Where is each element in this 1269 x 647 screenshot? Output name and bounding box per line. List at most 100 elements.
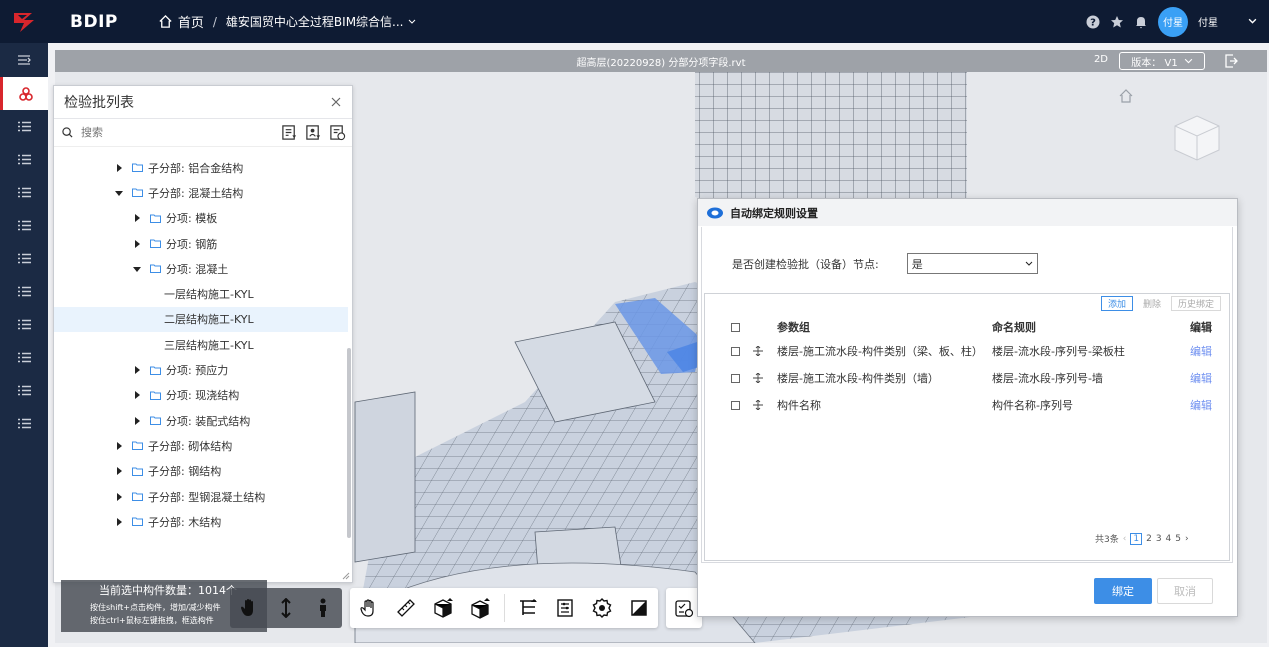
row-checkbox[interactable]	[731, 373, 740, 383]
edit-link[interactable]: 编辑	[1190, 370, 1212, 386]
rail-item-list-8[interactable]	[0, 341, 48, 374]
caret-right-icon[interactable]	[114, 492, 124, 502]
tree-node[interactable]: 子分部: 混凝土结构	[54, 180, 348, 205]
rail-item-model[interactable]	[0, 77, 48, 110]
brand-logo[interactable]	[0, 0, 48, 43]
caret-down-icon[interactable]	[114, 188, 124, 198]
caret-down-icon[interactable]	[132, 264, 142, 274]
section-box-tool[interactable]	[430, 594, 457, 622]
tree-node[interactable]: 子分部: 钢结构	[54, 459, 348, 484]
inspection-tool[interactable]	[670, 594, 698, 622]
rail-item-list-10[interactable]	[0, 407, 48, 440]
exit-icon[interactable]	[1223, 53, 1239, 69]
prev-page-icon[interactable]: ‹	[1123, 534, 1127, 544]
rail-item-list-2[interactable]	[0, 143, 48, 176]
avatar[interactable]: 付星	[1158, 6, 1188, 37]
folder-icon	[132, 441, 143, 451]
edit-link[interactable]: 编辑	[1190, 343, 1212, 359]
tree-node[interactable]: 子分部: 型钢混凝土结构	[54, 484, 348, 509]
tree-node[interactable]: 分项: 现浇结构	[54, 383, 348, 408]
model-tree-tool[interactable]	[514, 594, 541, 622]
close-icon[interactable]	[329, 95, 343, 109]
inspection-lot-item[interactable]: 一层结构施工-KYL	[54, 281, 348, 306]
edit-link[interactable]: 编辑	[1190, 397, 1212, 413]
star-icon[interactable]	[1110, 15, 1124, 29]
row-checkbox[interactable]	[731, 346, 740, 356]
history-bind-button[interactable]: 历史绑定	[1170, 296, 1221, 311]
page-5[interactable]: 5	[1175, 534, 1181, 544]
help-icon[interactable]: ?	[1086, 15, 1100, 29]
sync-list-icon[interactable]	[329, 124, 346, 141]
caret-right-icon[interactable]	[132, 365, 142, 375]
tree-node[interactable]: 分项: 预应力	[54, 357, 348, 382]
caret-right-icon[interactable]	[132, 213, 142, 223]
home-view-icon[interactable]	[1118, 88, 1134, 104]
folder-icon	[132, 467, 143, 476]
rail-item-list-6[interactable]	[0, 275, 48, 308]
orbit-tool[interactable]	[356, 594, 383, 622]
rail-item-list-1[interactable]	[0, 110, 48, 143]
user-bind-icon[interactable]	[305, 124, 322, 141]
inspection-lot-item[interactable]: 三层结构施工-KYL	[54, 332, 348, 357]
filter-list-icon[interactable]	[281, 124, 298, 141]
search-input[interactable]	[81, 126, 251, 139]
walk-tool[interactable]	[309, 594, 336, 622]
drag-handle-icon[interactable]	[753, 373, 763, 383]
explode-tool[interactable]	[467, 594, 494, 622]
tree-node[interactable]: 子分部: 砌体结构	[54, 433, 348, 458]
caret-right-icon[interactable]	[114, 441, 124, 451]
rail-item-list-4[interactable]	[0, 209, 48, 242]
user-name[interactable]: 付星	[1198, 14, 1218, 29]
caret-right-icon[interactable]	[132, 239, 142, 249]
drag-handle-icon[interactable]	[753, 346, 763, 356]
settings-tool[interactable]	[588, 594, 615, 622]
cancel-button[interactable]: 取消	[1157, 578, 1213, 604]
fullscreen-tool[interactable]	[625, 594, 652, 622]
caret-right-icon[interactable]	[132, 390, 142, 400]
next-page-icon[interactable]: ›	[1185, 534, 1189, 544]
caret-right-icon[interactable]	[132, 416, 142, 426]
tree-node[interactable]: 分项: 钢筋	[54, 231, 348, 256]
page-1[interactable]: 1	[1130, 532, 1143, 545]
create-node-select[interactable]: 是	[906, 253, 1038, 274]
resize-grip-icon[interactable]	[342, 572, 350, 580]
select-all-checkbox[interactable]	[731, 322, 740, 332]
tree-node[interactable]: 分项: 装配式结构	[54, 408, 348, 433]
tree-node[interactable]: 子分部: 木结构	[54, 509, 348, 534]
home-link[interactable]: 首页	[158, 12, 204, 31]
caret-right-icon[interactable]	[114, 466, 124, 476]
vertical-move-tool[interactable]	[273, 594, 300, 622]
caret-right-icon[interactable]	[114, 517, 124, 527]
row-checkbox[interactable]	[731, 400, 740, 410]
tree-node[interactable]: 子分部: 铝合金结构	[54, 155, 348, 180]
page-2[interactable]: 2	[1146, 534, 1152, 544]
tree-scrollbar[interactable]	[347, 348, 351, 538]
list-icon	[17, 418, 31, 429]
tree-node-label: 子分部: 木结构	[148, 515, 222, 529]
measure-tool[interactable]	[393, 594, 420, 622]
rail-item-list-9[interactable]	[0, 374, 48, 407]
delete-rule-button[interactable]: 删除	[1137, 296, 1167, 311]
user-menu-chevron-icon[interactable]	[1248, 17, 1257, 26]
page-4[interactable]: 4	[1166, 534, 1172, 544]
viewcube-icon[interactable]	[1167, 106, 1227, 166]
bell-icon[interactable]	[1134, 15, 1148, 29]
inspection-lot-item[interactable]: 二层结构施工-KYL	[54, 306, 348, 333]
rail-item-list-5[interactable]	[0, 242, 48, 275]
rail-item-list-3[interactable]	[0, 176, 48, 209]
bind-button[interactable]: 绑定	[1094, 578, 1152, 604]
project-selector[interactable]: 雄安国贸中心全过程BIM综合信...	[226, 13, 416, 30]
rail-item-list-7[interactable]	[0, 308, 48, 341]
add-rule-button[interactable]: 添加	[1100, 296, 1133, 311]
view-2d-button[interactable]: 2D	[1094, 54, 1108, 65]
pan-hand-tool[interactable]	[236, 594, 263, 622]
properties-tool[interactable]	[551, 594, 578, 622]
tree-node[interactable]: 分项: 混凝土	[54, 256, 348, 281]
rail-menu-toggle[interactable]	[0, 43, 48, 77]
person-icon	[319, 598, 326, 617]
tree-node[interactable]: 分项: 模板	[54, 206, 348, 231]
caret-right-icon[interactable]	[114, 163, 124, 173]
page-3[interactable]: 3	[1156, 534, 1162, 544]
version-select[interactable]: 版本： V1	[1119, 52, 1205, 70]
drag-handle-icon[interactable]	[753, 400, 763, 410]
